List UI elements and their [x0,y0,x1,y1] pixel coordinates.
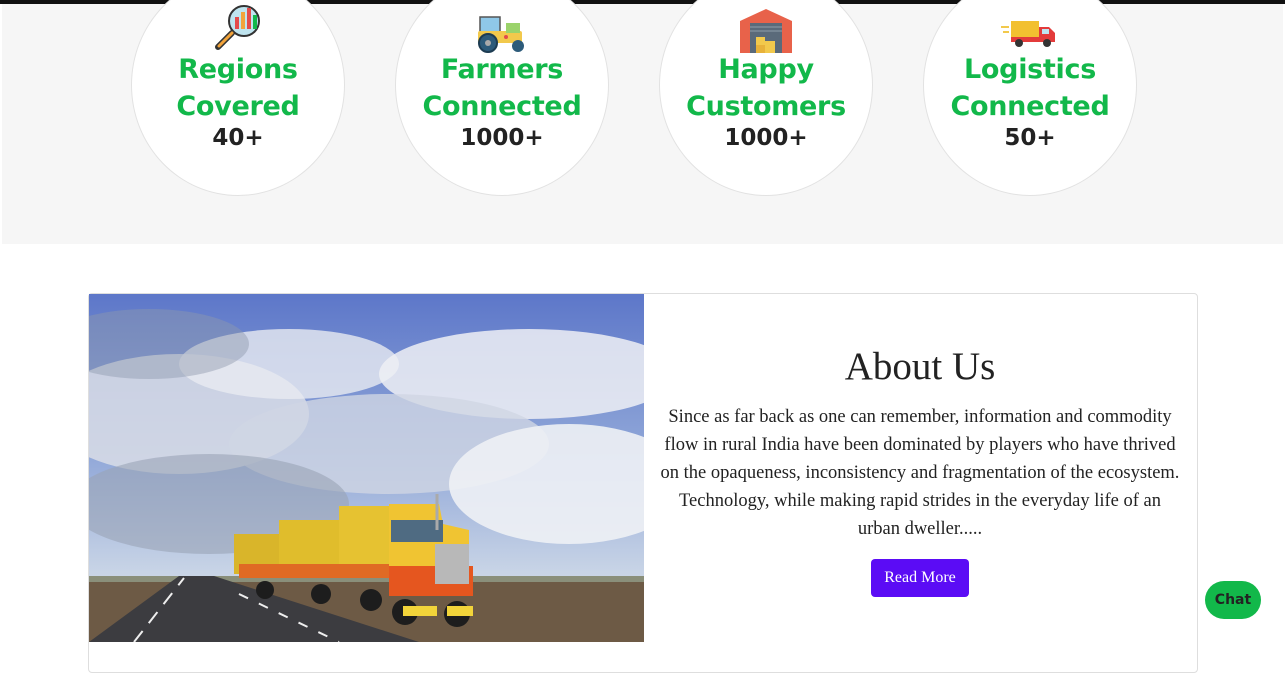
stat-title: Happy Customers [686,54,846,122]
read-more-button[interactable]: Read More [871,559,969,597]
stat-customers: Happy Customers 1000+ [659,0,873,196]
stat-value: 1000+ [724,125,808,151]
stat-value: 1000+ [460,125,544,151]
stats-section: Regions Covered 40+ Farmers Connected 1000… [2,0,1283,244]
magnifier-chart-icon [215,5,260,50]
about-description: Since as far back as one can remember, i… [660,407,1180,539]
about-title: About Us [844,345,996,388]
stat-value: 50+ [1004,125,1056,151]
about-text: About Us Since as far back as one can re… [659,294,1181,597]
stat-title: Farmers Connected [422,54,582,122]
stat-farmers: Farmers Connected 1000+ [395,0,609,196]
chat-button[interactable]: Chat [1205,581,1261,619]
about-truck-photo [89,294,644,642]
warehouse-icon [740,9,792,53]
about-card: About Us Since as far back as one can re… [88,293,1198,673]
tractor-icon [478,16,524,53]
stat-regions: Regions Covered 40+ [131,0,345,196]
delivery-truck-icon [1001,21,1055,47]
stat-title: Logistics Connected [950,54,1110,122]
stat-title: Regions Covered [176,54,300,122]
stat-value: 40+ [212,125,264,151]
stat-logistics: Logistics Connected 50+ [923,0,1137,196]
